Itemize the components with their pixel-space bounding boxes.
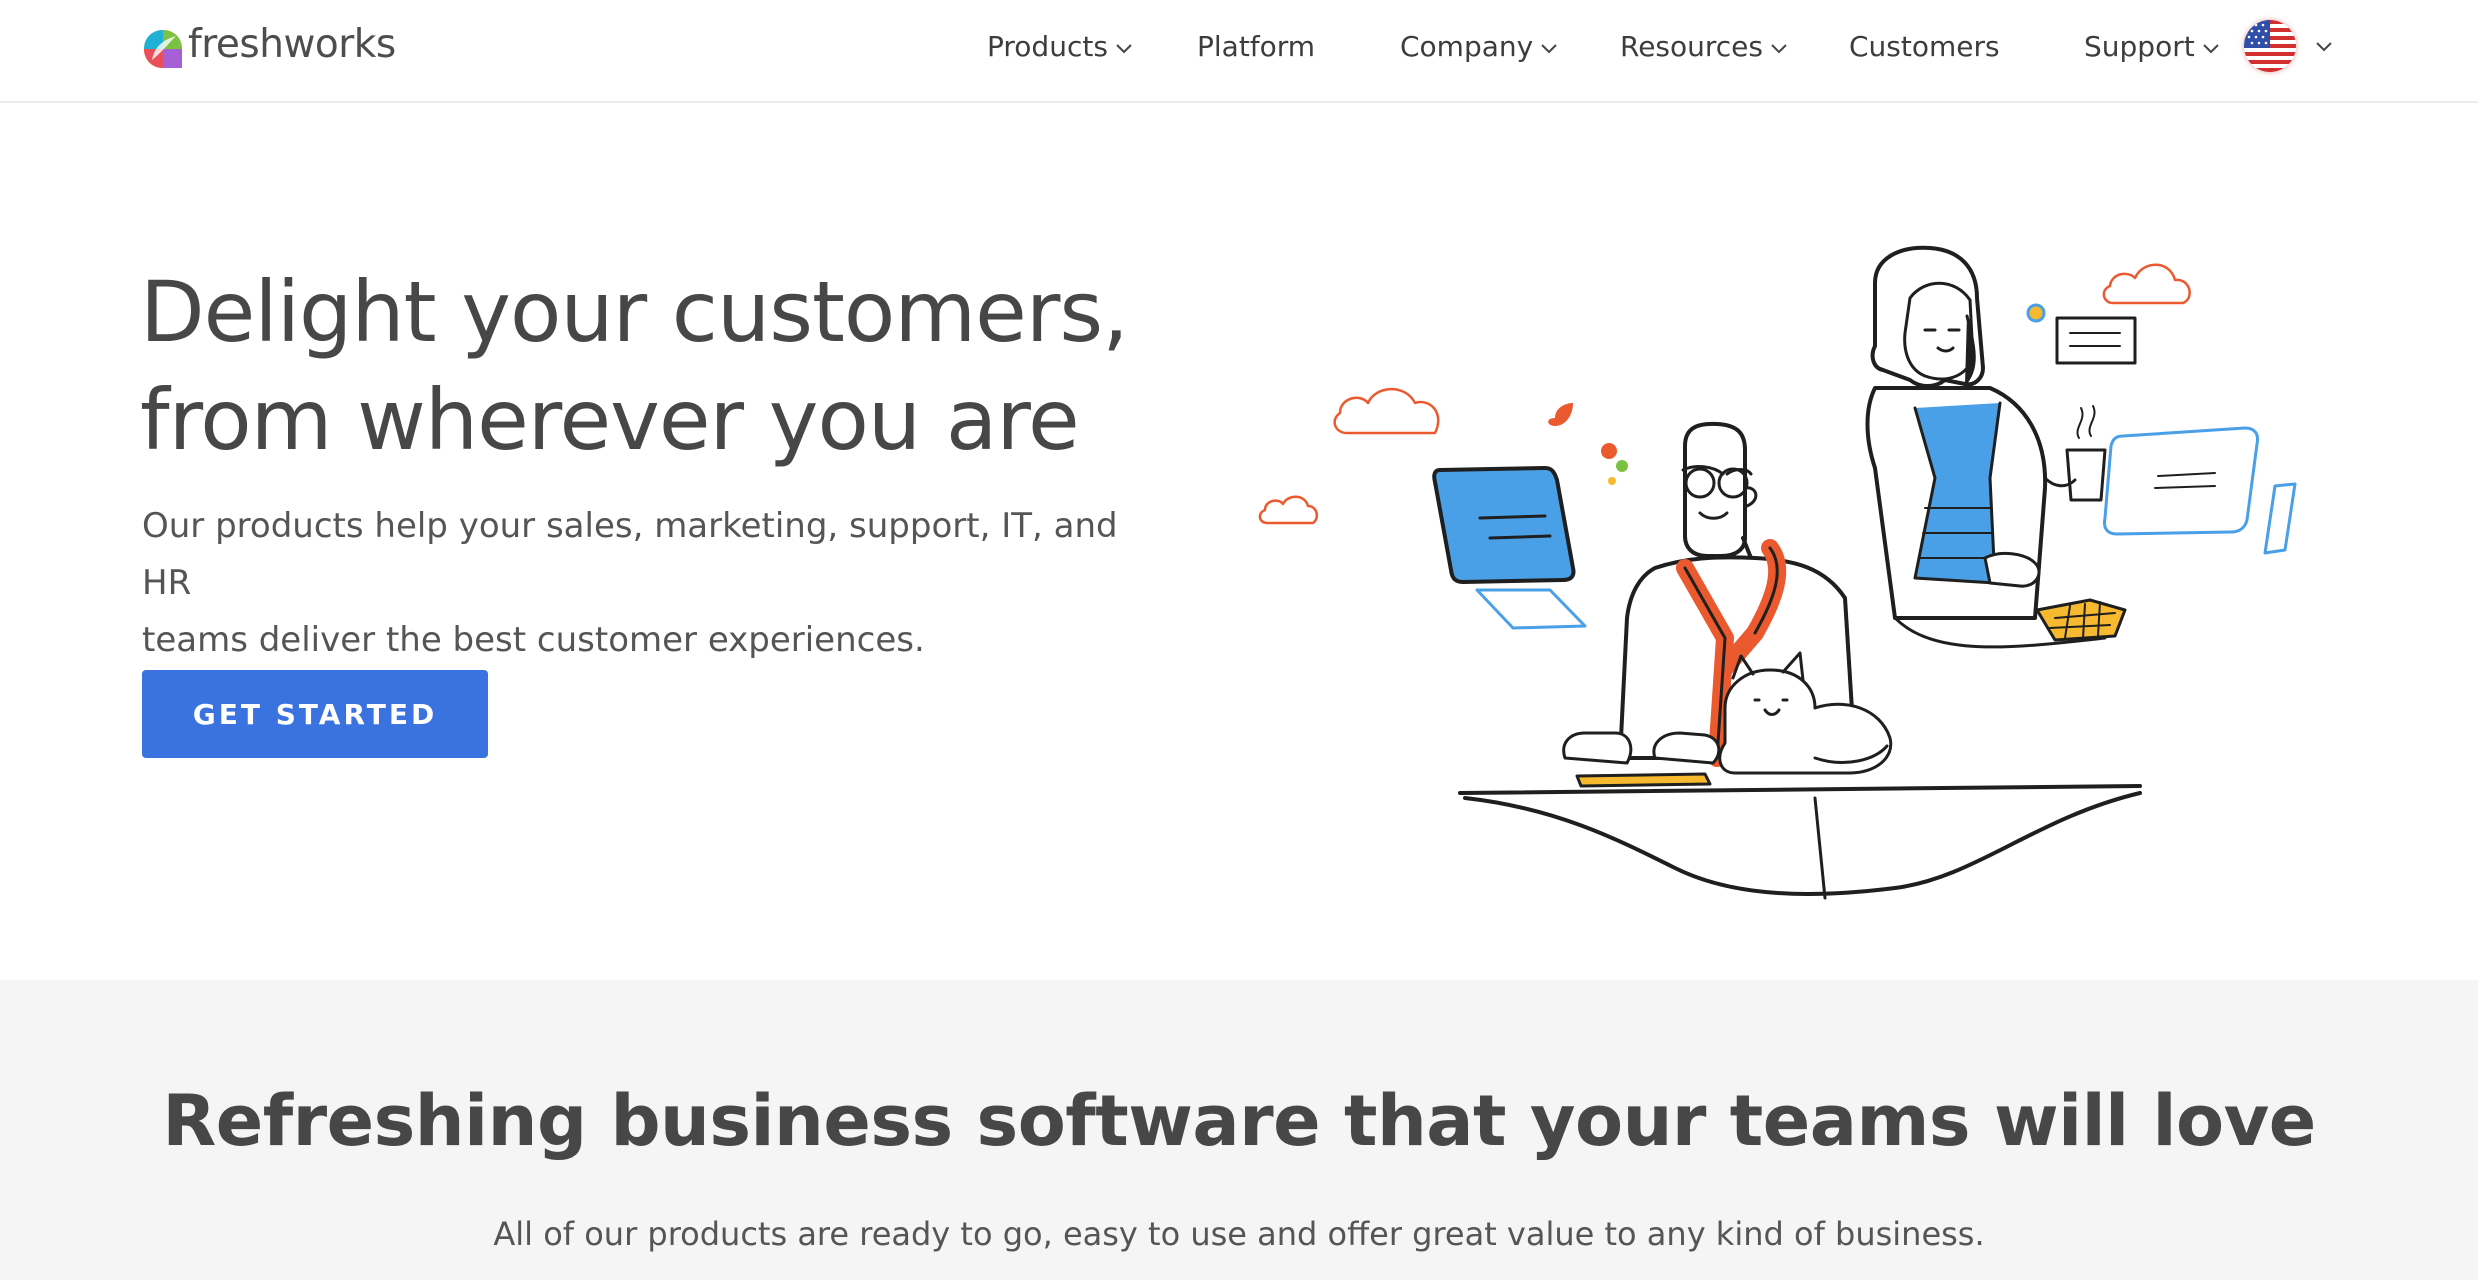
hero-title-line2: from wherever you are — [140, 371, 1080, 469]
nav-company[interactable]: Company — [1400, 26, 1560, 66]
products-section: Refreshing business software that your t… — [0, 980, 2478, 1280]
hero-title: Delight your customers, from wherever yo… — [140, 258, 1200, 474]
chevron-down-icon — [1771, 44, 1787, 54]
nav-customers[interactable]: Customers — [1849, 26, 2000, 66]
nav-platform-label: Platform — [1197, 29, 1316, 63]
freshworks-logo[interactable]: freshworks — [140, 16, 396, 72]
nav-customers-label: Customers — [1849, 29, 2000, 63]
top-navigation: freshworks Products Platform Company Res… — [0, 0, 2478, 103]
nav-platform[interactable]: Platform — [1197, 26, 1315, 66]
chevron-down-icon — [2316, 42, 2332, 52]
nav-company-label: Company — [1400, 29, 1534, 63]
nav-support-label: Support — [2084, 29, 2195, 63]
hero-subtitle-line1: Our products help your sales, marketing,… — [142, 506, 1118, 603]
cloud-icon — [2102, 263, 2191, 305]
hero-illustration — [1258, 245, 2297, 900]
us-flag-icon — [2244, 20, 2296, 72]
get-started-button[interactable]: GET STARTED — [142, 670, 488, 758]
section-subtitle: All of our products are ready to go, eas… — [493, 1215, 1985, 1253]
chevron-down-icon — [1116, 44, 1132, 54]
brand-name: freshworks — [188, 21, 396, 67]
nav-resources-label: Resources — [1620, 29, 1763, 63]
region-selector[interactable] — [2244, 20, 2336, 72]
cloud-icon — [1258, 495, 1319, 525]
hero-subtitle-line2: teams deliver the best customer experien… — [142, 620, 925, 660]
hero-title-line1: Delight your customers, — [140, 263, 1129, 361]
hero-subtitle: Our products help your sales, marketing,… — [142, 498, 1162, 669]
chevron-down-icon — [1541, 44, 1557, 54]
freshworks-logo-icon — [144, 30, 182, 68]
nav-products-label: Products — [987, 29, 1108, 63]
section-title: Refreshing business software that your t… — [162, 1080, 2316, 1162]
nav-resources[interactable]: Resources — [1620, 26, 1790, 66]
nav-support[interactable]: Support — [2084, 26, 2222, 66]
chevron-down-icon — [2202, 44, 2219, 54]
cloud-icon — [1333, 387, 1440, 435]
nav-products[interactable]: Products — [987, 26, 1135, 66]
